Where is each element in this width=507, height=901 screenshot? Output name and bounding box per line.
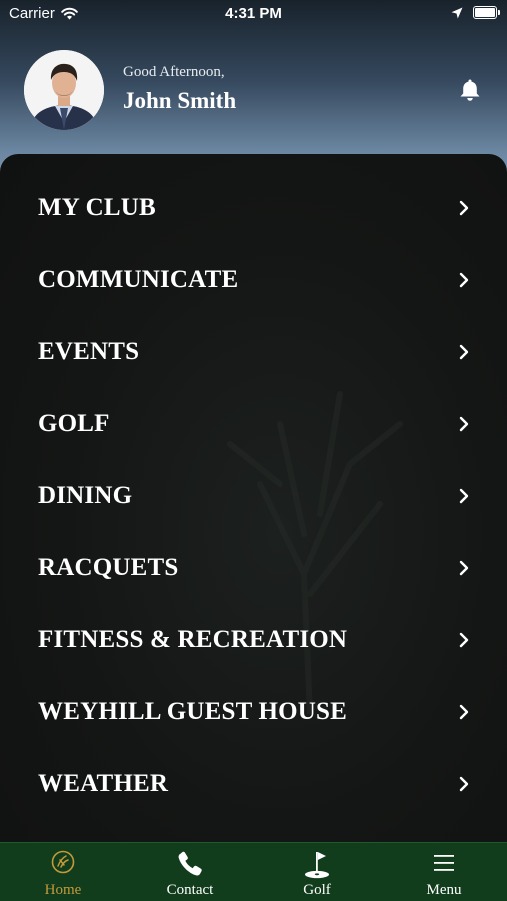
tab-contact[interactable]: Contact — [127, 843, 253, 901]
chevron-right-icon — [459, 704, 469, 720]
menu-item-label: COMMUNICATE — [38, 266, 239, 293]
chevron-right-icon — [459, 344, 469, 360]
chevron-right-icon — [459, 200, 469, 216]
menu-item-label: RACQUETS — [38, 554, 179, 581]
menu-panel: MY CLUB COMMUNICATE EVENTS GOLF DINING R… — [0, 154, 507, 844]
menu-item-weyhill-guest-house[interactable]: WEYHILL GUEST HOUSE — [0, 676, 507, 748]
greeting-text: Good Afternoon, — [123, 64, 225, 80]
profile-header: Good Afternoon, John Smith — [0, 48, 507, 138]
phone-icon — [178, 851, 202, 876]
menu-item-dining[interactable]: DINING — [0, 460, 507, 532]
menu-item-label: WEATHER — [38, 770, 169, 797]
menu-item-golf[interactable]: GOLF — [0, 388, 507, 460]
chevron-right-icon — [459, 488, 469, 504]
menu-item-weather[interactable]: WEATHER — [0, 748, 507, 820]
profile-photo — [24, 50, 104, 130]
tab-label: Menu — [426, 882, 462, 898]
location-arrow-icon — [451, 7, 463, 18]
menu-item-label: MY CLUB — [38, 194, 156, 221]
menu-item-label: EVENTS — [38, 338, 140, 365]
battery-icon — [473, 6, 500, 19]
menu-item-label: WEYHILL GUEST HOUSE — [38, 698, 348, 725]
menu-item-communicate[interactable]: COMMUNICATE — [0, 244, 507, 316]
status-right-group — [451, 6, 500, 19]
bottom-tab-bar: Home Contact Golf Menu — [0, 842, 507, 901]
menu-item-fitness-recreation[interactable]: FITNESS & RECREATION — [0, 604, 507, 676]
golf-flag-icon — [305, 852, 329, 879]
status-time: 4:31 PM — [225, 5, 282, 22]
menu-item-label: GOLF — [38, 410, 110, 437]
tab-golf[interactable]: Golf — [254, 843, 380, 901]
chevron-right-icon — [459, 776, 469, 792]
chevron-right-icon — [459, 416, 469, 432]
chevron-right-icon — [459, 632, 469, 648]
tab-label: Golf — [303, 882, 331, 898]
menu-item-label: FITNESS & RECREATION — [38, 626, 348, 653]
bell-icon[interactable] — [459, 78, 481, 102]
status-bar: Carrier 4:31 PM — [0, 0, 507, 28]
user-name: John Smith — [123, 88, 237, 113]
tab-home[interactable]: Home — [0, 843, 126, 901]
tab-menu[interactable]: Menu — [381, 843, 507, 901]
chevron-right-icon — [459, 560, 469, 576]
avatar[interactable] — [24, 50, 104, 130]
chevron-right-icon — [459, 272, 469, 288]
menu-item-label: DINING — [38, 482, 133, 509]
tab-label: Contact — [166, 882, 214, 898]
menu-item-my-club[interactable]: MY CLUB — [0, 172, 507, 244]
menu-item-racquets[interactable]: RACQUETS — [0, 532, 507, 604]
hamburger-icon — [434, 855, 454, 871]
club-logo-icon — [51, 850, 75, 874]
tab-label: Home — [44, 882, 82, 898]
menu-item-events[interactable]: EVENTS — [0, 316, 507, 388]
